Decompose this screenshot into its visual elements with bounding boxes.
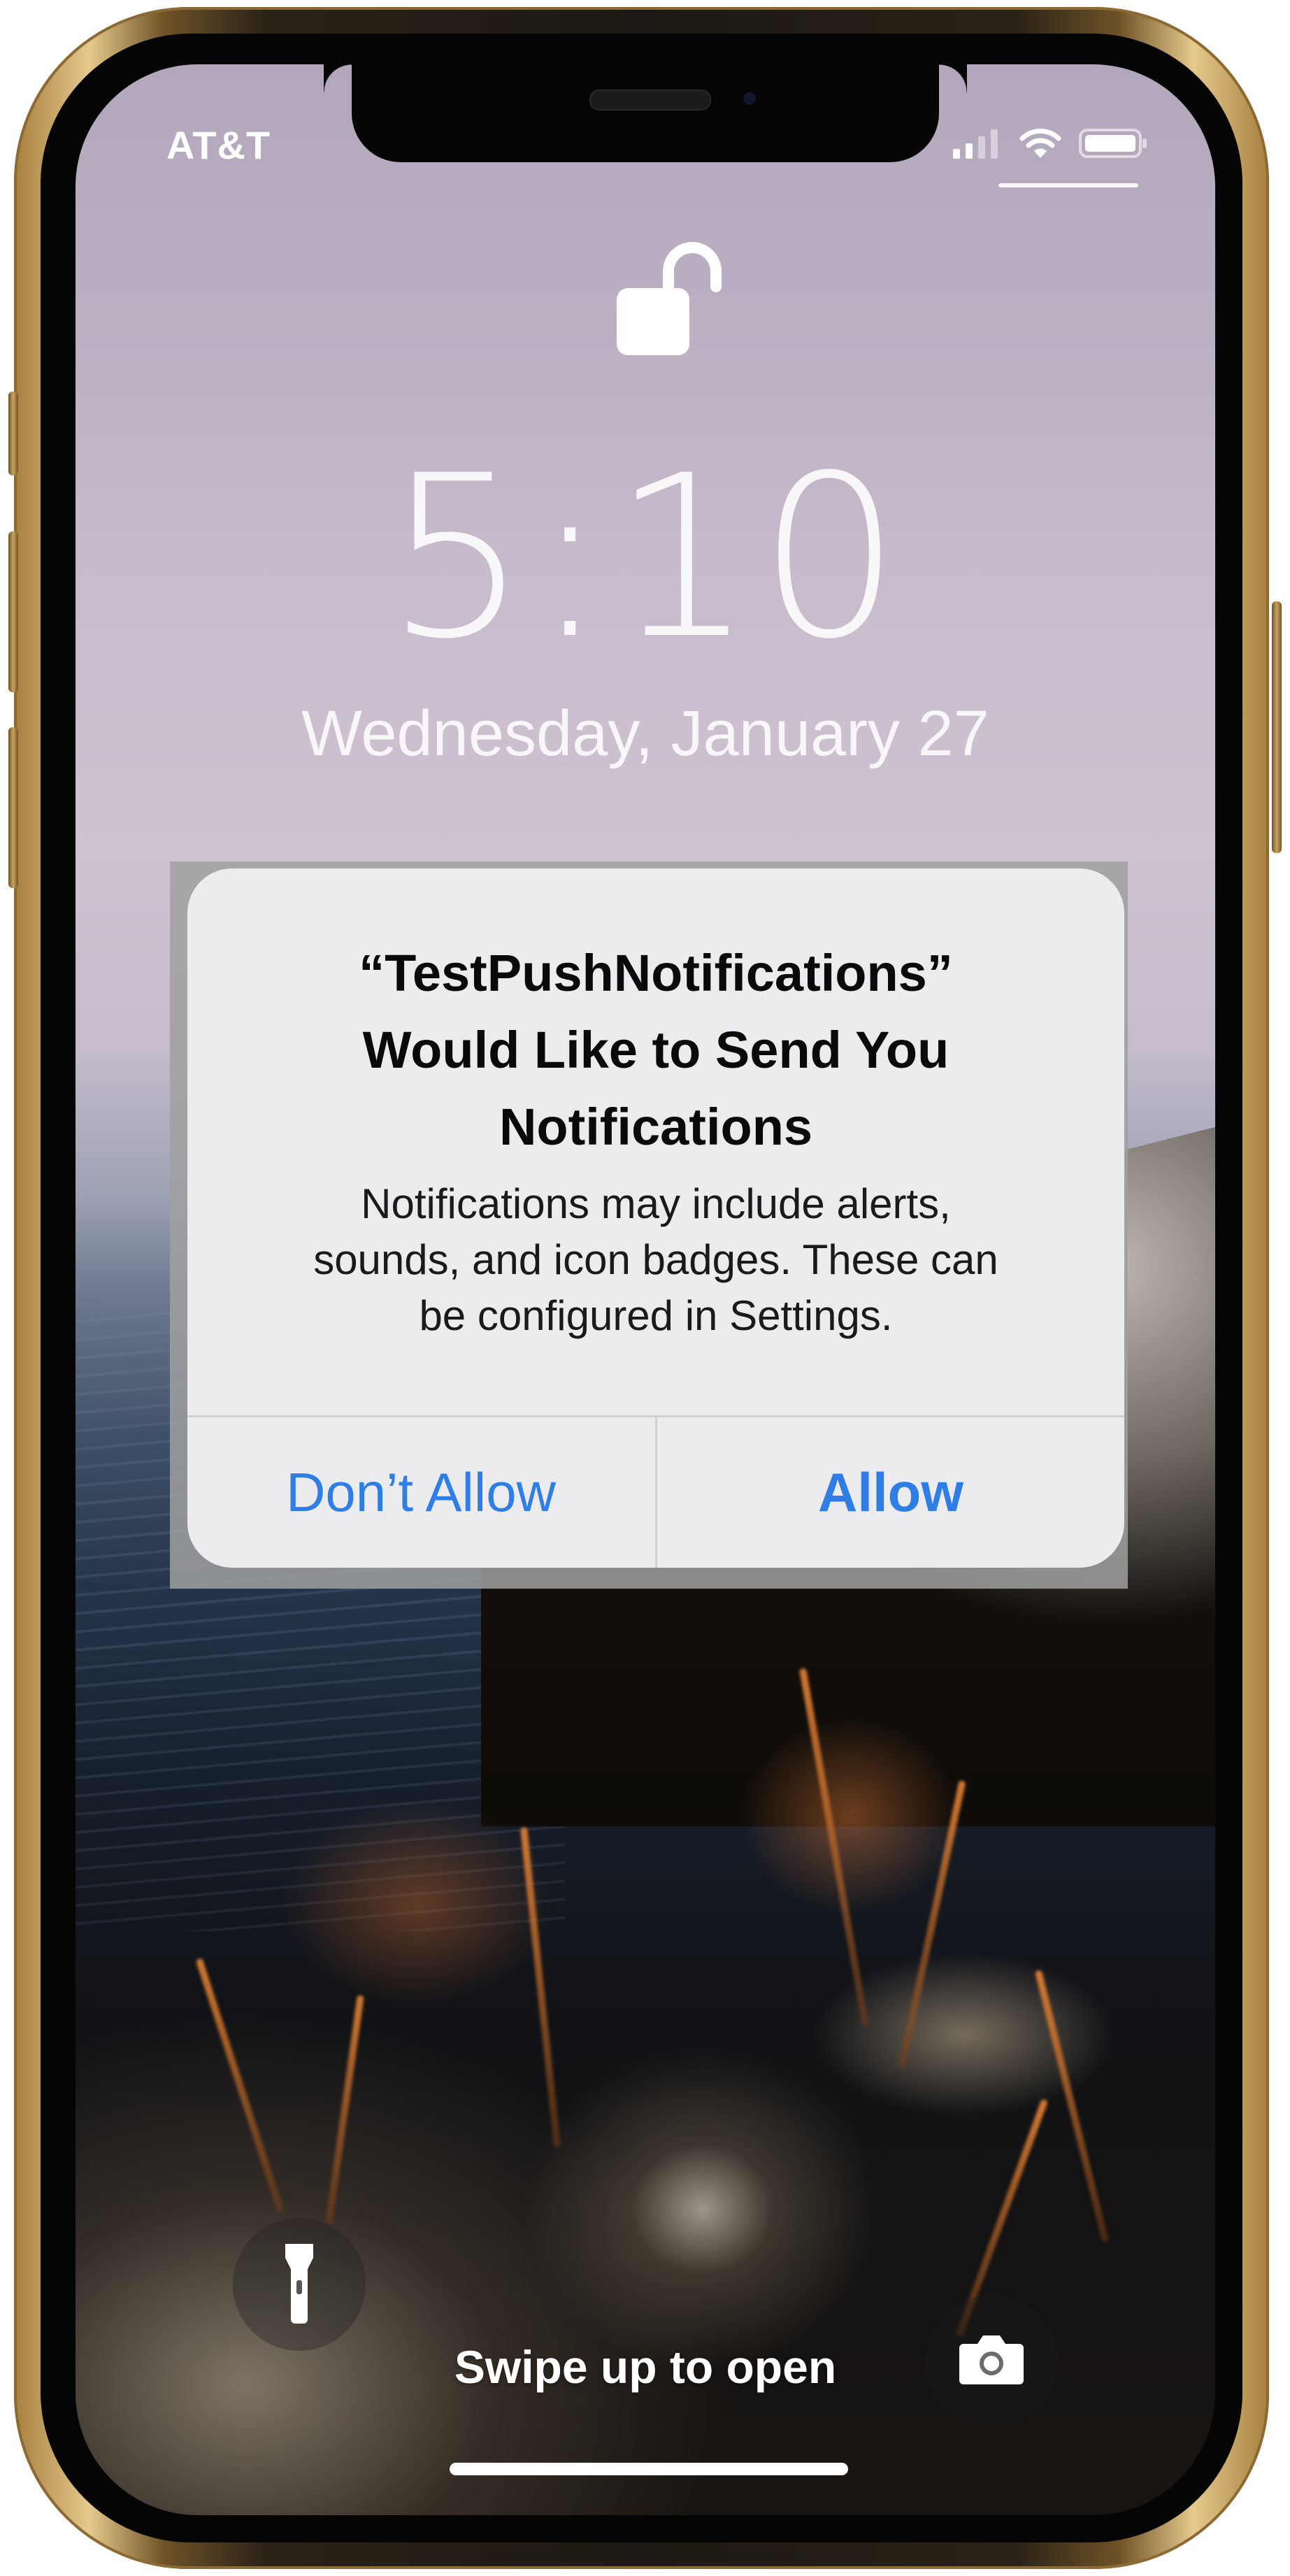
silent-switch [8, 392, 18, 475]
status-icons [953, 127, 1149, 163]
control-center-indicator[interactable] [998, 183, 1138, 187]
flashlight-icon [282, 2241, 316, 2328]
swipe-up-hint: Swipe up to open [454, 2341, 837, 2393]
alert-title: “TestPushNotifications” Would Like to Se… [229, 935, 1082, 1166]
lock-screen-time: 5:10 [385, 428, 905, 688]
alert-message-line: be configured in Settings. [419, 1292, 893, 1339]
volume-down-button [8, 727, 18, 888]
photo-stage: AT&T 5:10 Wednesday, January 27 “TestPus… [0, 0, 1290, 2576]
notification-permission-alert: “TestPushNotifications” Would Like to Se… [187, 868, 1124, 1568]
battery-icon [1079, 127, 1149, 163]
volume-up-button [8, 531, 18, 692]
home-indicator[interactable] [450, 2463, 848, 2475]
alert-message: Notifications may include alerts, sounds… [250, 1176, 1061, 1344]
cellular-signal-icon [953, 128, 1002, 162]
alert-title-line: Notifications [499, 1098, 813, 1156]
flashlight-button[interactable] [233, 2218, 366, 2351]
alert-message-line: sounds, and icon badges. These can [313, 1236, 998, 1283]
wifi-icon [1019, 127, 1062, 163]
unlocked-padlock-icon [614, 239, 726, 362]
lock-screen-date: Wednesday, January 27 [301, 698, 989, 769]
alert-message-line: Notifications may include alerts, [361, 1180, 951, 1227]
alert-title-line: “TestPushNotifications” [359, 944, 953, 1002]
power-button [1272, 601, 1282, 853]
alert-title-line: Would Like to Send You [362, 1021, 949, 1079]
dont-allow-button[interactable]: Don’t Allow [187, 1417, 654, 1568]
lock-screen[interactable]: AT&T 5:10 Wednesday, January 27 “TestPus… [76, 64, 1215, 2515]
allow-button[interactable]: Allow [657, 1417, 1124, 1568]
front-camera [743, 92, 756, 105]
carrier-label: AT&T [166, 123, 271, 167]
earpiece-speaker [589, 90, 711, 110]
notch [352, 64, 967, 162]
